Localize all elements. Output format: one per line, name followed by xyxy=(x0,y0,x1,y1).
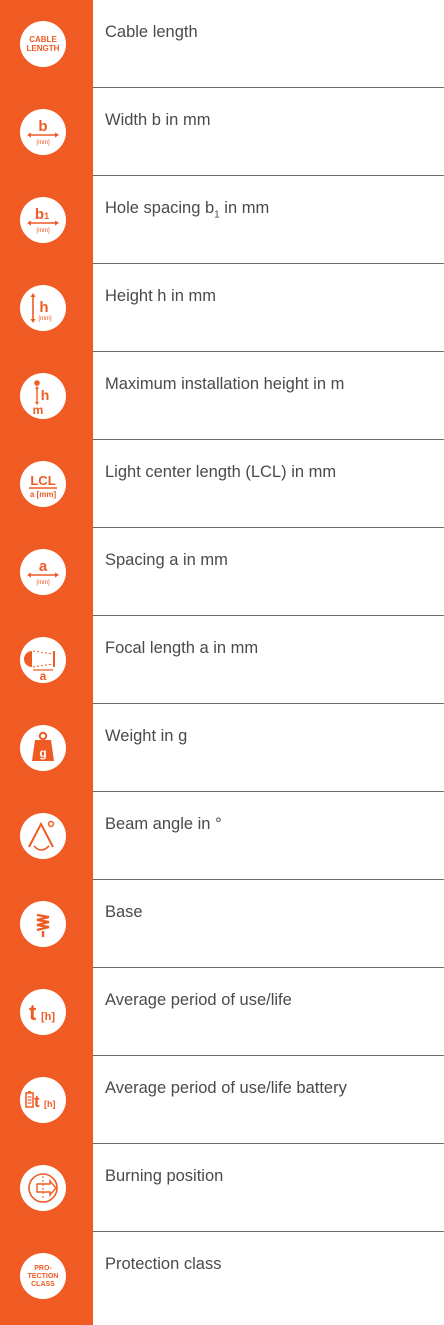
svg-text:TECTION: TECTION xyxy=(28,1273,59,1280)
legend-label: Hole spacing b1 in mm xyxy=(105,199,270,221)
svg-text:h: h xyxy=(39,299,48,316)
legend-label: Average period of use/life xyxy=(105,991,292,1009)
width-icon: b [mm] xyxy=(20,109,66,155)
svg-text:a: a xyxy=(40,669,47,683)
legend-label: Spacing a in mm xyxy=(105,551,228,569)
svg-text:b: b xyxy=(38,118,47,135)
svg-text:b1: b1 xyxy=(35,206,49,223)
svg-text:a: a xyxy=(39,558,48,575)
focal-length-icon: a xyxy=(20,637,66,683)
svg-text:[mm]: [mm] xyxy=(36,228,50,234)
legend-label: Base xyxy=(105,903,143,921)
svg-text:[h]: [h] xyxy=(41,1011,55,1023)
legend-label: Width b in mm xyxy=(105,111,211,129)
height-icon: h [mm] xyxy=(20,285,66,331)
legend-label: Protection class xyxy=(105,1255,222,1273)
legend-row-hole-spacing: b1 [mm] Hole spacing b1 in mm xyxy=(0,176,444,264)
legend-label: Focal length a in mm xyxy=(105,639,259,657)
legend-row-installation-height: h m Maximum installation height in m xyxy=(0,352,444,440)
legend-label: Burning position xyxy=(105,1167,224,1185)
installation-height-icon: h m xyxy=(20,373,66,419)
protection-class-icon: PRO- TECTION CLASS xyxy=(20,1253,66,1299)
icon-legend: CABLE LENGTH Cable length b [mm] Width b… xyxy=(0,0,444,1325)
burning-position-icon xyxy=(20,1165,66,1211)
battery-life-icon: t [h] xyxy=(20,1077,66,1123)
legend-row-burning-position: Burning position xyxy=(0,1144,444,1232)
legend-label: Light center length (LCL) in mm xyxy=(105,463,337,481)
legend-row-lcl: LCL a [mm] Light center length (LCL) in … xyxy=(0,440,444,528)
svg-text:LCL: LCL xyxy=(30,473,55,488)
svg-text:g: g xyxy=(39,746,46,760)
legend-row-protection-class: PRO- TECTION CLASS Protection class xyxy=(0,1232,444,1325)
svg-text:t: t xyxy=(34,1092,40,1111)
svg-text:[mm]: [mm] xyxy=(36,580,50,586)
legend-row-spacing: a [mm] Spacing a in mm xyxy=(0,528,444,616)
beam-angle-icon xyxy=(20,813,66,859)
svg-text:CLASS: CLASS xyxy=(31,1281,55,1288)
spacing-icon: a [mm] xyxy=(20,549,66,595)
legend-row-width: b [mm] Width b in mm xyxy=(0,88,444,176)
legend-row-focal-length: a Focal length a in mm xyxy=(0,616,444,704)
svg-text:h: h xyxy=(41,387,50,403)
base-icon xyxy=(20,901,66,947)
legend-row-life: t [h] Average period of use/life xyxy=(0,968,444,1056)
legend-row-base: Base xyxy=(0,880,444,968)
svg-text:a [mm]: a [mm] xyxy=(30,490,57,499)
svg-text:t: t xyxy=(29,1000,37,1025)
hole-spacing-icon: b1 [mm] xyxy=(20,197,66,243)
svg-text:PRO-: PRO- xyxy=(34,1265,52,1272)
legend-row-weight: g Weight in g xyxy=(0,704,444,792)
svg-text:[mm]: [mm] xyxy=(38,316,52,322)
legend-row-beam-angle: Beam angle in ° xyxy=(0,792,444,880)
weight-icon: g xyxy=(20,725,66,771)
legend-row-cable-length: CABLE LENGTH Cable length xyxy=(0,0,444,88)
cable-length-icon: CABLE LENGTH xyxy=(20,21,66,67)
legend-row-battery-life: t [h] Average period of use/life battery xyxy=(0,1056,444,1144)
svg-text:m: m xyxy=(33,403,44,417)
svg-text:[mm]: [mm] xyxy=(36,140,50,146)
svg-text:CABLE: CABLE xyxy=(29,35,57,44)
legend-label: Average period of use/life battery xyxy=(105,1079,347,1097)
light-center-length-icon: LCL a [mm] xyxy=(20,461,66,507)
legend-label: Weight in g xyxy=(105,727,188,745)
legend-row-height: h [mm] Height h in mm xyxy=(0,264,444,352)
svg-text:[h]: [h] xyxy=(44,1099,56,1109)
legend-label: Height h in mm xyxy=(105,287,216,305)
legend-label: Maximum installation height in m xyxy=(105,375,345,393)
life-icon: t [h] xyxy=(20,989,66,1035)
legend-label: Beam angle in ° xyxy=(105,815,222,833)
svg-text:LENGTH: LENGTH xyxy=(27,44,60,53)
legend-label: Cable length xyxy=(105,23,198,41)
